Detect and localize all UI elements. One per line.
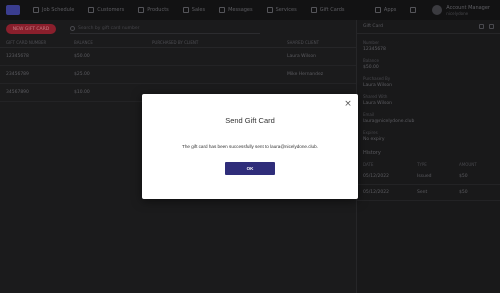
send-gift-card-dialog: × Send Gift Card The gift card has been …	[142, 94, 358, 199]
modal-overlay[interactable]: × Send Gift Card The gift card has been …	[0, 0, 500, 293]
dialog-title: Send Gift Card	[225, 116, 275, 125]
ok-button[interactable]: OK	[225, 162, 275, 175]
close-icon[interactable]: ×	[343, 99, 353, 109]
dialog-message: The gift card has been successfully sent…	[182, 144, 318, 149]
